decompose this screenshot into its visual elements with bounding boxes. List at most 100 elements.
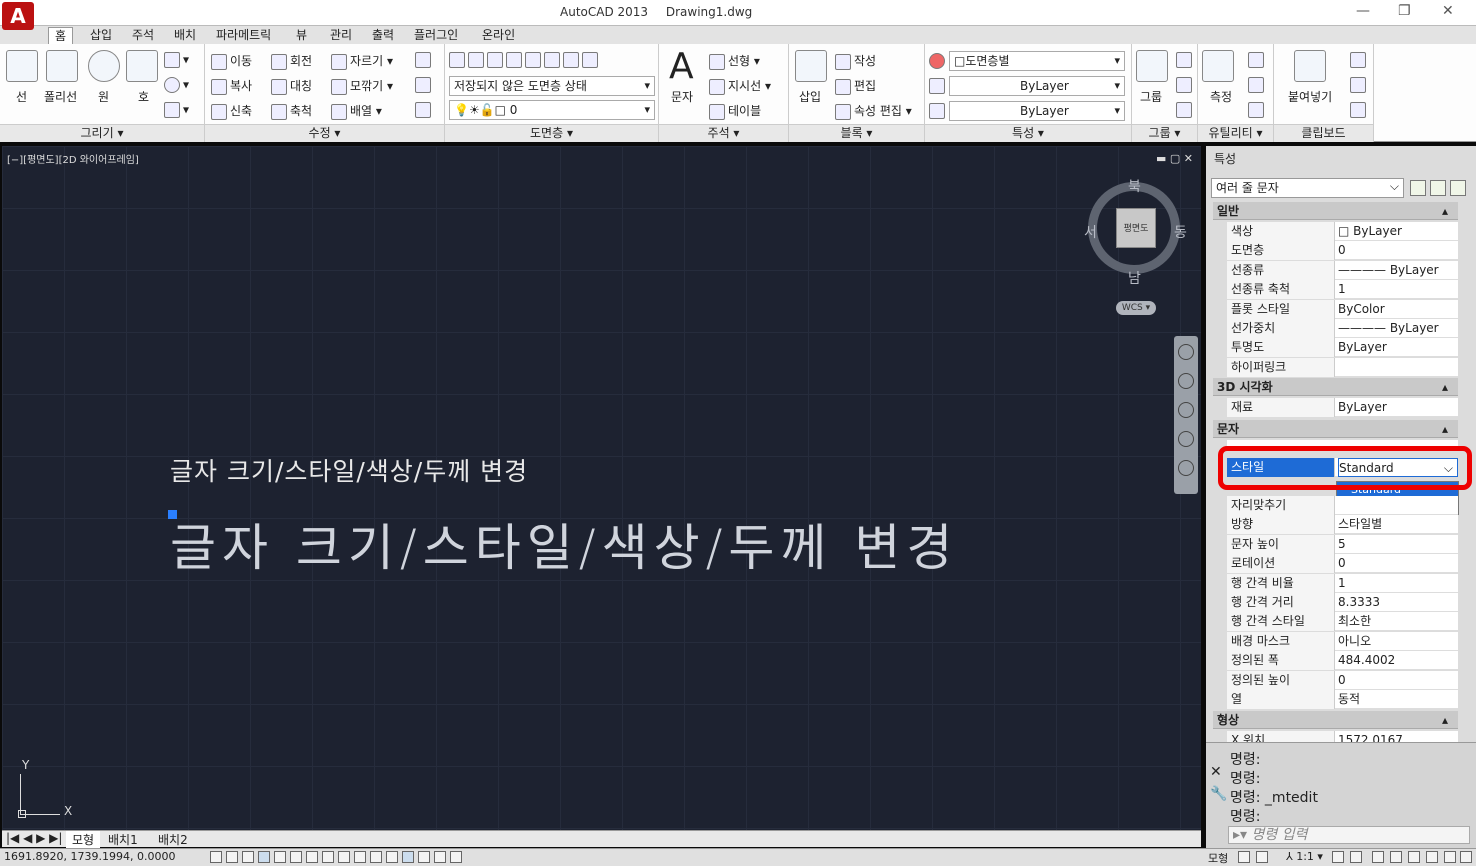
block-panel-label[interactable]: 블록 ▾ bbox=[789, 124, 924, 142]
groups-panel-label[interactable]: 그룹 ▾ bbox=[1132, 124, 1197, 142]
group-edit-icon[interactable] bbox=[1176, 77, 1195, 93]
group-select-icon[interactable] bbox=[1176, 102, 1195, 118]
model-space-label[interactable]: 모형 bbox=[1208, 850, 1228, 866]
measure-icon[interactable] bbox=[1202, 50, 1234, 82]
draw-panel-label[interactable]: 그리기 ▾ bbox=[0, 124, 204, 142]
edit-block-button[interactable]: 편집 bbox=[835, 77, 876, 95]
toggle-pickadd-icon[interactable] bbox=[1410, 180, 1426, 196]
prop-value[interactable]: ———— ByLayer bbox=[1338, 261, 1458, 280]
copy-clip-icon[interactable] bbox=[1350, 77, 1369, 93]
calculator-icon[interactable] bbox=[1248, 102, 1267, 118]
snap-icon[interactable] bbox=[226, 851, 238, 863]
auto-scale-icon[interactable] bbox=[1350, 851, 1362, 863]
section-text[interactable]: 문자 bbox=[1213, 420, 1458, 438]
prop-row[interactable]: 자리맞추기 bbox=[1227, 496, 1458, 515]
pan-icon[interactable] bbox=[1178, 373, 1194, 389]
restore-icon[interactable]: ❐ bbox=[1398, 3, 1411, 19]
prop-value[interactable]: 8.3333 bbox=[1338, 593, 1458, 612]
paste-icon[interactable] bbox=[1294, 50, 1326, 82]
viewport-controls[interactable]: ▬ ▢ ✕ bbox=[1156, 152, 1193, 165]
explode-icon[interactable] bbox=[415, 77, 434, 93]
prop-row[interactable]: 배경 마스크 아니오 bbox=[1227, 631, 1458, 651]
linetype-dropdown[interactable]: ByLayer bbox=[949, 76, 1125, 96]
prop-value[interactable]: ———— ByLayer bbox=[1338, 319, 1458, 338]
prop-row[interactable]: 행 간격 비율 1 bbox=[1227, 573, 1458, 593]
insert-block-icon[interactable] bbox=[795, 50, 827, 82]
prop-value[interactable]: 아니오 bbox=[1338, 632, 1458, 651]
close-command-icon[interactable]: ✕ bbox=[1210, 764, 1222, 780]
tab-home[interactable]: 홈 bbox=[48, 27, 74, 44]
modify-panel-label[interactable]: 수정 ▾ bbox=[205, 124, 444, 142]
scale-button[interactable]: 축척 bbox=[271, 102, 312, 120]
tab-layout1[interactable]: 배치1 bbox=[108, 831, 138, 848]
compass-east[interactable]: 동 bbox=[1174, 222, 1187, 242]
section-general[interactable]: 일반 bbox=[1213, 202, 1458, 220]
prop-row[interactable]: 정의된 높이 0 bbox=[1227, 670, 1458, 690]
lineweight-toggle-icon[interactable] bbox=[370, 851, 382, 863]
select-objects-icon[interactable] bbox=[1430, 180, 1446, 196]
tab-layout2[interactable]: 배치2 bbox=[158, 831, 188, 848]
viewport-label[interactable]: [−][평면도][2D 와이어프레임] bbox=[7, 151, 139, 166]
offset-icon[interactable] bbox=[415, 102, 434, 118]
compass-south[interactable]: 남 bbox=[1128, 268, 1141, 288]
trim-button[interactable]: 자르기 ▾ bbox=[331, 52, 393, 70]
text-grip[interactable] bbox=[168, 510, 177, 519]
transparency-icon[interactable] bbox=[386, 851, 398, 863]
tab-manage[interactable]: 관리 bbox=[324, 27, 358, 44]
array-button[interactable]: 배열 ▾ bbox=[331, 102, 382, 120]
line-label[interactable]: 선 bbox=[16, 88, 27, 105]
prop-value[interactable]: 0 bbox=[1338, 554, 1458, 573]
hardware-accel-icon[interactable] bbox=[1408, 851, 1420, 863]
cut-icon[interactable] bbox=[1350, 52, 1369, 68]
customize-wrench-icon[interactable]: 🔧 bbox=[1210, 786, 1227, 802]
sc-icon[interactable] bbox=[418, 851, 430, 863]
prop-value[interactable]: 0 bbox=[1338, 241, 1458, 260]
section-geometry[interactable]: 형상 bbox=[1213, 711, 1458, 729]
tab-insert[interactable]: 삽입 bbox=[84, 27, 118, 44]
layout-nav-icons[interactable]: |◀ ◀ ▶ ▶| bbox=[6, 831, 62, 845]
quick-select-icon[interactable] bbox=[1248, 52, 1267, 68]
tab-parametric[interactable]: 파라메트릭 bbox=[210, 27, 277, 44]
viewcube-face[interactable]: 평면도 bbox=[1116, 208, 1156, 248]
color-dropdown[interactable]: □도면층별 bbox=[949, 51, 1125, 71]
object-type-select[interactable]: 여러 줄 문자 bbox=[1211, 177, 1404, 198]
prop-value[interactable]: 최소한 bbox=[1338, 612, 1458, 631]
annotation-visibility-icon[interactable] bbox=[1332, 851, 1344, 863]
tab-plugins[interactable]: 플러그인 bbox=[408, 27, 464, 44]
linear-dim-button[interactable]: 선형 ▾ bbox=[709, 52, 760, 70]
prop-value[interactable]: ByColor bbox=[1338, 300, 1458, 319]
quick-select-props-icon[interactable] bbox=[1450, 180, 1466, 196]
text-icon[interactable]: A bbox=[669, 46, 694, 87]
insert-block-label[interactable]: 삽입 bbox=[799, 88, 821, 105]
grid-icon[interactable] bbox=[242, 851, 254, 863]
tab-model[interactable]: 모형 bbox=[66, 831, 101, 848]
match-prop-icon[interactable] bbox=[1350, 102, 1369, 118]
attr-edit-button[interactable]: 속성 편집 ▾ bbox=[835, 102, 912, 120]
polyline-label[interactable]: 폴리선 bbox=[44, 88, 77, 105]
ducs-icon[interactable] bbox=[338, 851, 350, 863]
prop-row[interactable]: 플롯 스타일 ByColor bbox=[1227, 299, 1458, 319]
drawing-text-small[interactable]: 글자 크기/스타일/색상/두께 변경 bbox=[170, 452, 528, 488]
text-label[interactable]: 문자 bbox=[671, 88, 693, 105]
showmotion-icon[interactable] bbox=[1178, 460, 1194, 476]
prop-row[interactable]: 행 간격 거리 8.3333 bbox=[1227, 593, 1458, 612]
command-input[interactable]: ▸▾ 명령 입력 bbox=[1228, 826, 1470, 844]
prop-row[interactable]: 문자 높이 5 bbox=[1227, 534, 1458, 554]
mirror-button[interactable]: 대칭 bbox=[271, 77, 312, 95]
clean-screen-icon[interactable] bbox=[1460, 851, 1472, 863]
arc-icon[interactable] bbox=[126, 50, 158, 82]
prop-value[interactable]: 484.4002 bbox=[1338, 651, 1458, 670]
otrack-icon[interactable] bbox=[322, 851, 334, 863]
prop-value[interactable]: 동적 bbox=[1338, 690, 1458, 709]
prop-row[interactable]: 정의된 폭 484.4002 bbox=[1227, 651, 1458, 671]
prop-row[interactable]: 열 동적 bbox=[1227, 690, 1458, 709]
prop-row[interactable]: 선가중치 ———— ByLayer bbox=[1227, 319, 1458, 338]
hatch-icon[interactable]: ▾ bbox=[164, 102, 189, 118]
clipboard-panel-label[interactable]: 클립보드 bbox=[1274, 124, 1373, 142]
close-icon[interactable]: ✕ bbox=[1442, 3, 1454, 19]
move-button[interactable]: 이동 bbox=[211, 52, 252, 70]
dyn-icon[interactable] bbox=[354, 851, 366, 863]
annotation-panel-label[interactable]: 주석 ▾ bbox=[659, 124, 788, 142]
qp-icon[interactable] bbox=[402, 851, 414, 863]
layer-tools-icons[interactable] bbox=[449, 52, 601, 68]
